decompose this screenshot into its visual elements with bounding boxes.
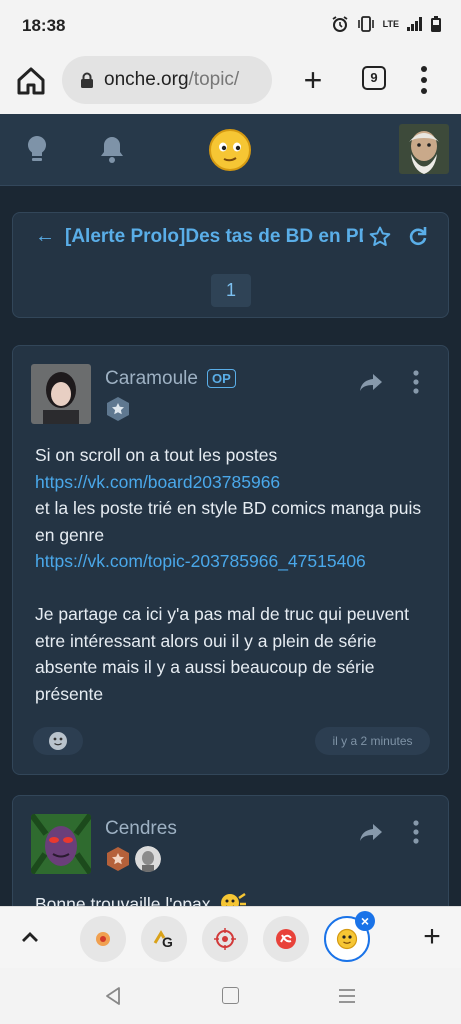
star-icon[interactable] [369,226,391,248]
post-timestamp: il y a 2 minutes [315,727,430,755]
status-time: 18:38 [22,16,66,35]
system-nav-bar [0,968,461,1024]
home-nav-icon[interactable] [222,987,239,1004]
lock-icon [81,72,93,88]
close-tab-icon[interactable]: × [355,911,375,931]
rank-badge-icon [107,847,129,871]
status-icons: LTE [331,15,441,33]
post-link[interactable]: https://vk.com/board203785966 [35,472,280,492]
user-badge-icon [135,846,161,872]
tab-thumbnail[interactable] [80,916,126,962]
new-tab-button[interactable]: + [296,63,330,97]
url-domain: onche.org [104,69,189,90]
tab-thumbnail[interactable] [263,916,309,962]
post-author-avatar[interactable] [31,364,91,424]
vibrate-icon [357,16,374,32]
tab-switcher-button[interactable]: 9 [362,66,386,90]
url-path: /topic/ [188,69,240,90]
onche-logo-icon[interactable] [208,128,252,172]
page-number-button[interactable]: 1 [211,274,251,307]
back-arrow-icon[interactable]: ← [35,225,55,248]
user-avatar-image [399,124,449,174]
avatar-image [31,814,91,874]
add-tab-button[interactable]: + [418,920,446,954]
signal-icon [407,17,422,31]
refresh-icon[interactable] [408,225,428,247]
address-bar[interactable]: onche.org/topic/ [62,56,272,104]
tab-thumbnail[interactable]: G [141,916,187,962]
post-text-paragraph: Je partage ca ici y'a pas mal de truc qu… [35,604,409,704]
tab-favicon-icon [276,929,296,949]
status-bar: 18:38 LTE [0,0,461,50]
post-blank-line [35,575,439,602]
tab-favicon-icon [336,928,358,950]
post-menu-icon[interactable] [409,370,423,394]
network-type: LTE [382,19,399,29]
tab-favicon-icon [96,932,110,946]
user-avatar[interactable] [399,124,449,174]
post-link[interactable]: https://vk.com/topic-203785966_47515406 [35,551,366,571]
topic-title[interactable]: [Alerte Prolo]Des tas de BD en PDF [65,226,363,248]
post-menu-icon[interactable] [409,820,423,844]
post-text-line: et la les poste trié en style BD comics … [35,498,422,545]
post-author-name[interactable]: Caramoule [105,368,198,390]
chevron-up-icon[interactable] [20,927,40,947]
svg-text:G: G [162,934,173,949]
alarm-icon [332,16,348,32]
post-body: Si on scroll on a tout les postes https:… [35,442,439,707]
post-text-line: Si on scroll on a tout les postes [35,445,278,465]
tab-thumbnail[interactable] [202,916,248,962]
lightbulb-icon[interactable] [24,134,50,164]
home-icon[interactable] [14,64,48,98]
post-card: Caramoule OP Si on scroll on a tout les … [12,345,449,775]
battery-icon [431,16,441,32]
reaction-smiley-icon [49,732,67,750]
recents-icon[interactable] [338,988,356,1004]
op-badge: OP [207,369,236,388]
rank-badge-icon [107,397,129,421]
avatar-image [31,364,91,424]
back-icon[interactable] [104,986,122,1006]
tab-favicon-icon: G [153,930,173,949]
topic-title-card: ← [Alerte Prolo]Des tas de BD en PDF 1 [12,212,449,318]
post-author-avatar[interactable] [31,814,91,874]
tab-strip: G × + [0,906,461,968]
tab-favicon-icon [214,928,236,950]
tab-thumbnail-active[interactable]: × [324,911,375,962]
bell-icon[interactable] [98,134,126,164]
share-icon[interactable] [359,372,383,392]
reaction-button[interactable] [33,727,83,755]
browser-toolbar: onche.org/topic/ + 9 [0,50,461,114]
post-author-name[interactable]: Cendres [105,818,177,840]
share-icon[interactable] [359,822,383,842]
browser-menu-icon[interactable] [414,64,434,96]
